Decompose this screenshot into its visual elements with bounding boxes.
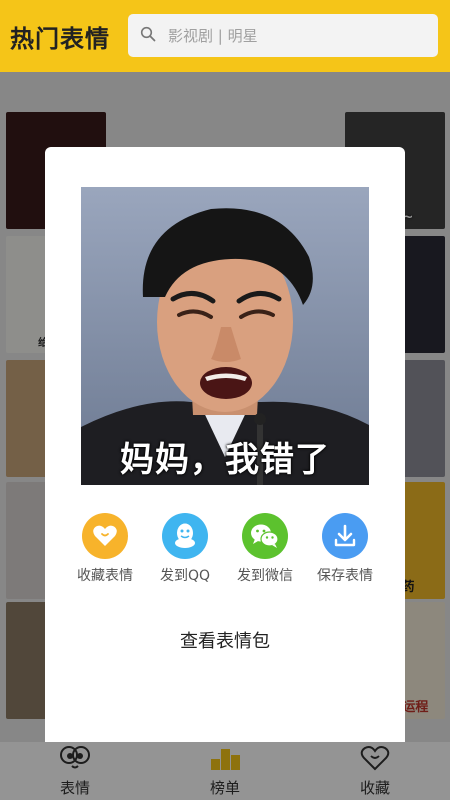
top-header: 热门表情	[0, 0, 450, 72]
nav-label-memes: 表情	[59, 778, 90, 797]
save-meme-button[interactable]: 保存表情	[305, 513, 385, 593]
meme-image: 妈妈，我错了	[81, 187, 369, 485]
send-to-qq-button[interactable]: 发到QQ	[145, 513, 225, 593]
send-to-wechat-label: 发到微信	[237, 568, 293, 584]
podium-icon	[209, 745, 241, 775]
search-box[interactable]	[128, 14, 438, 57]
favorite-meme-button[interactable]: 收藏表情	[65, 513, 145, 593]
meme-caption: 妈妈，我错了	[120, 440, 330, 480]
nav-item-rankings[interactable]: 榜单	[170, 745, 280, 798]
qq-penguin-icon	[162, 513, 208, 559]
nav-item-favorites[interactable]: 收藏	[320, 745, 430, 798]
nav-item-memes[interactable]: 表情	[20, 745, 130, 798]
meme-detail-modal: 妈妈，我错了 收藏表情 发到QQ 发到微信 保存表情 查看表情包	[45, 147, 405, 795]
search-input[interactable]	[168, 26, 408, 45]
send-to-wechat-button[interactable]: 发到微信	[225, 513, 305, 593]
nav-label-rankings: 榜单	[209, 778, 240, 797]
wechat-icon	[242, 513, 288, 559]
search-icon	[140, 26, 156, 46]
heart-icon	[82, 513, 128, 559]
favorite-meme-label: 收藏表情	[77, 568, 133, 584]
share-actions: 收藏表情 发到QQ 发到微信 保存表情	[65, 513, 385, 593]
face-icon	[59, 745, 91, 775]
heart-outline-icon	[359, 745, 391, 775]
nav-label-favorites: 收藏	[359, 778, 390, 797]
app-screen: 热门表情 给个钢? 不约~ 来吃药 2018 运程	[0, 0, 450, 800]
send-to-qq-label: 发到QQ	[159, 568, 211, 584]
bottom-nav: 表情 榜单 收藏	[0, 742, 450, 800]
modal-overlay[interactable]: 妈妈，我错了 收藏表情 发到QQ 发到微信 保存表情 查看表情包	[0, 72, 450, 800]
download-icon	[322, 513, 368, 559]
app-title: 热门表情	[10, 24, 110, 53]
save-meme-label: 保存表情	[317, 568, 373, 584]
view-meme-pack-link[interactable]: 查看表情包	[45, 627, 405, 653]
